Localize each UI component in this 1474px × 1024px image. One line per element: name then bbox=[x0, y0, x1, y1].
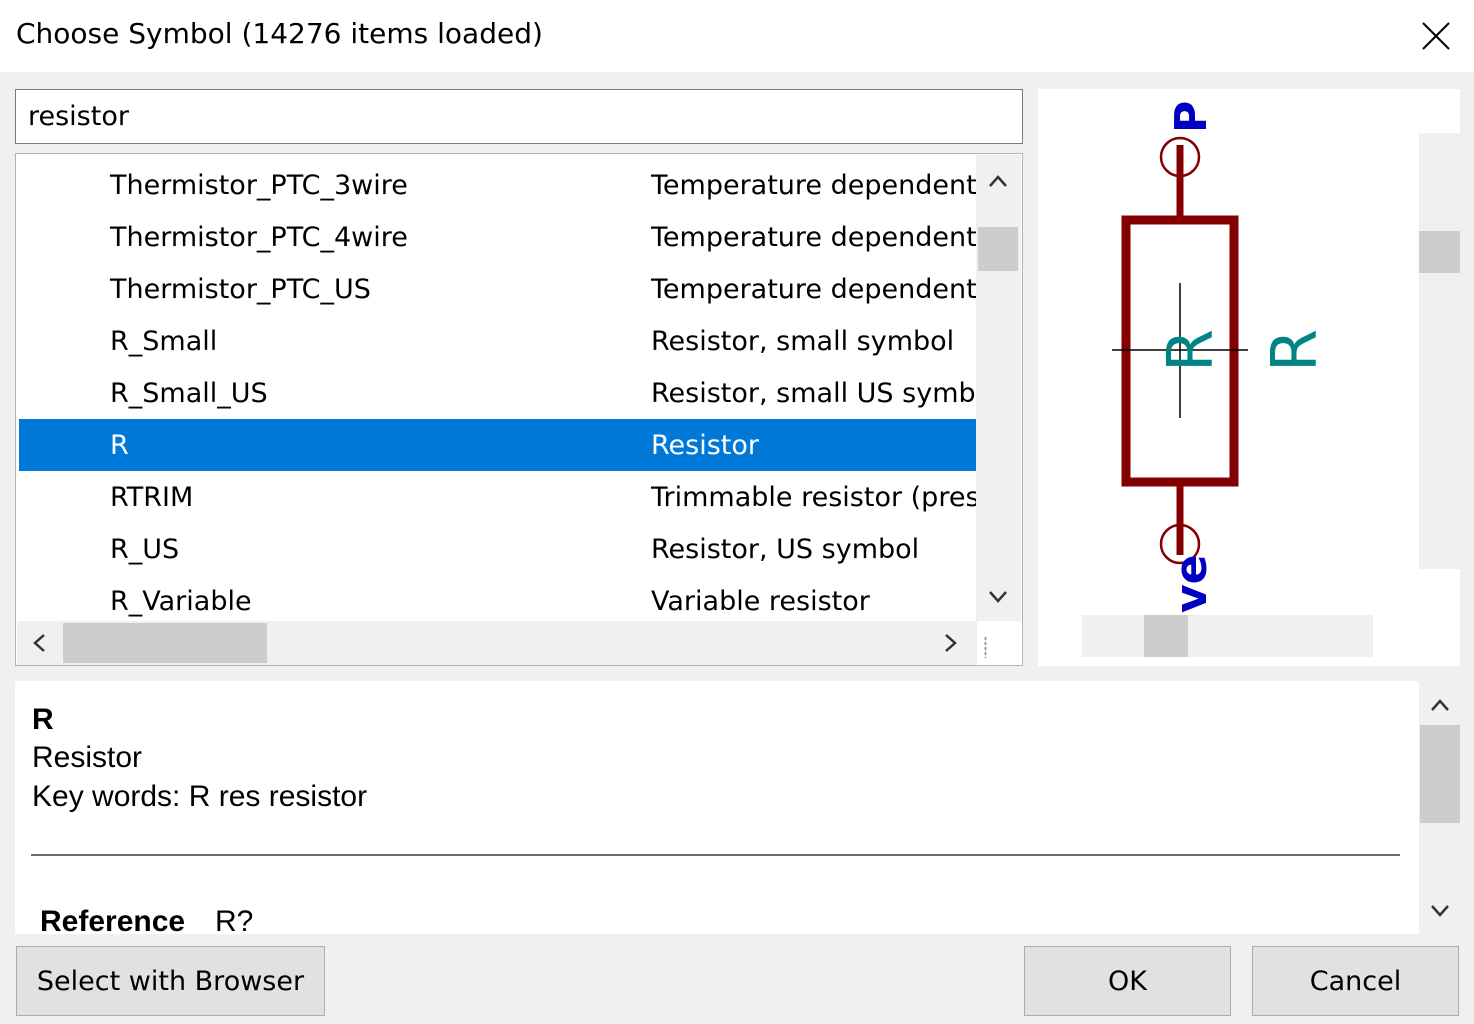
list-item-description: Resistor, small symbol bbox=[651, 326, 955, 357]
list-item-description: Temperature dependent bbox=[651, 274, 976, 305]
preview-vertical-scrollbar[interactable] bbox=[1419, 133, 1460, 569]
list-item-name: RTRIM bbox=[110, 482, 194, 513]
scroll-thumb[interactable] bbox=[978, 227, 1018, 271]
resistor-symbol-graphic: P ve R R bbox=[1112, 101, 1331, 613]
list-item-name: Thermistor_PTC_3wire bbox=[110, 170, 408, 201]
list-item-name: R_Small_US bbox=[110, 378, 268, 409]
scroll-thumb[interactable] bbox=[63, 623, 267, 663]
search-input[interactable] bbox=[15, 89, 1023, 144]
details-keywords: Key words: R res resistor bbox=[32, 780, 368, 813]
close-button[interactable] bbox=[1408, 10, 1464, 62]
symbol-preview: P ve R R bbox=[1038, 89, 1460, 666]
scroll-right-button[interactable] bbox=[931, 623, 971, 663]
list-item-name: Thermistor_PTC_4wire bbox=[110, 222, 408, 253]
list-item[interactable]: RTRIM Trimmable resistor (prese bbox=[19, 471, 976, 523]
list-item-description: Variable resistor bbox=[651, 586, 870, 617]
close-icon bbox=[1422, 22, 1450, 50]
list-item[interactable]: Thermistor_PTC_3wire Temperature dependen… bbox=[19, 159, 976, 211]
window-title: Choose Symbol (14276 items loaded) bbox=[16, 17, 543, 50]
list-item[interactable]: R_Variable Variable resistor bbox=[19, 575, 976, 623]
ok-button[interactable]: OK bbox=[1024, 946, 1231, 1016]
symbol-list: Thermistor_PTC_3wire Temperature dependen… bbox=[15, 153, 1023, 666]
list-item-description: Temperature dependent bbox=[651, 170, 976, 201]
details-symbol-name: R bbox=[32, 703, 54, 736]
list-item-description: Resistor bbox=[651, 430, 759, 461]
list-item[interactable]: R Resistor bbox=[19, 419, 976, 471]
list-item-description: Trimmable resistor (prese bbox=[651, 482, 976, 513]
scroll-thumb[interactable] bbox=[1144, 615, 1188, 657]
cancel-button[interactable]: Cancel bbox=[1252, 946, 1459, 1016]
list-item-description: Temperature dependent bbox=[651, 222, 976, 253]
scroll-down-button[interactable] bbox=[1420, 891, 1460, 931]
details-vertical-scrollbar[interactable] bbox=[1419, 681, 1462, 934]
list-item[interactable]: R_Small Resistor, small symbol bbox=[19, 315, 976, 367]
divider bbox=[31, 854, 1400, 856]
preview-horizontal-scrollbar[interactable] bbox=[1082, 615, 1373, 657]
title-bar: Choose Symbol (14276 items loaded) bbox=[0, 0, 1474, 72]
pin-top-label: P bbox=[1166, 101, 1217, 133]
chevron-down-icon bbox=[989, 591, 1007, 603]
details-reference-label: Reference bbox=[40, 905, 186, 934]
scroll-left-button[interactable] bbox=[19, 623, 59, 663]
select-with-browser-button[interactable]: Select with Browser bbox=[16, 946, 325, 1016]
list-item-name: Thermistor_PTC_US bbox=[110, 274, 371, 305]
resize-grip bbox=[984, 636, 987, 658]
list-item-description: Resistor, US symbol bbox=[651, 534, 920, 565]
details-reference-value: R? bbox=[215, 905, 254, 934]
chevron-right-icon bbox=[945, 634, 957, 652]
scroll-thumb[interactable] bbox=[1419, 231, 1460, 273]
list-item[interactable]: Thermistor_PTC_US Temperature dependent bbox=[19, 263, 976, 315]
list-item-name: R_Variable bbox=[110, 586, 252, 617]
symbol-list-horizontal-scrollbar[interactable] bbox=[17, 621, 977, 665]
details-description: Resistor bbox=[32, 741, 143, 774]
scroll-down-button[interactable] bbox=[978, 575, 1018, 619]
chevron-up-icon bbox=[1431, 699, 1449, 711]
chevron-left-icon bbox=[33, 634, 45, 652]
symbol-list-rows: Thermistor_PTC_3wire Temperature dependen… bbox=[19, 159, 976, 623]
scroll-up-button[interactable] bbox=[978, 159, 1018, 203]
chevron-down-icon bbox=[1431, 905, 1449, 917]
list-item-description: Resistor, small US symbo bbox=[651, 378, 976, 409]
list-item-name: R_US bbox=[110, 534, 180, 565]
list-item-name: R_Small bbox=[110, 326, 218, 357]
value-field-text: R bbox=[1258, 329, 1331, 372]
symbol-details-panel: R Resistor Key words: R res resistor Ref… bbox=[15, 681, 1419, 934]
list-item-name: R bbox=[110, 430, 129, 461]
chevron-up-icon bbox=[989, 175, 1007, 187]
scroll-thumb[interactable] bbox=[1420, 725, 1460, 823]
list-item[interactable]: Thermistor_PTC_4wire Temperature dependen… bbox=[19, 211, 976, 263]
reference-field-text: R bbox=[1154, 329, 1227, 372]
scroll-up-button[interactable] bbox=[1420, 685, 1460, 725]
list-item[interactable]: R_US Resistor, US symbol bbox=[19, 523, 976, 575]
symbol-list-vertical-scrollbar[interactable] bbox=[976, 155, 1021, 621]
list-item[interactable]: R_Small_US Resistor, small US symbo bbox=[19, 367, 976, 419]
pin-bottom-label: ve bbox=[1166, 554, 1217, 613]
